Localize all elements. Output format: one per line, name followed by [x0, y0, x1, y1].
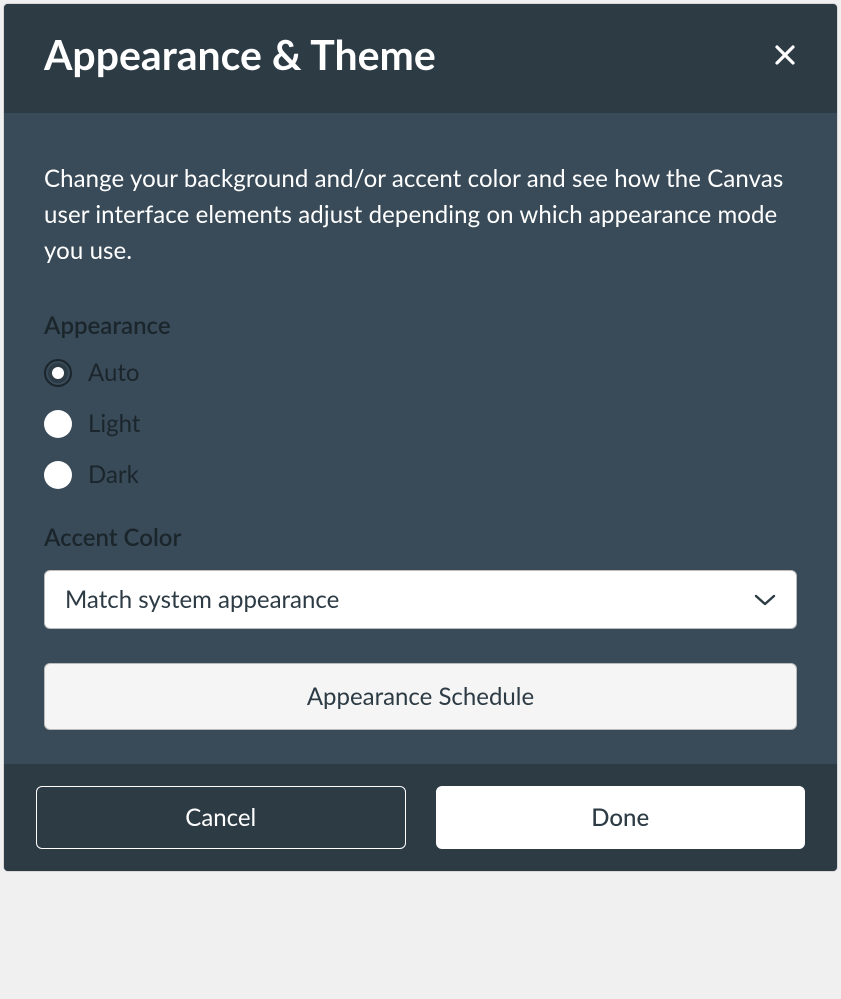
dialog-description: Change your background and/or accent col… — [44, 161, 797, 269]
select-value: Match system appearance — [65, 585, 339, 614]
radio-label: Light — [88, 409, 140, 438]
dialog-body: Change your background and/or accent col… — [4, 113, 837, 764]
radio-icon — [44, 410, 72, 438]
radio-option-dark[interactable]: Dark — [44, 460, 797, 489]
dialog-title: Appearance & Theme — [44, 30, 436, 79]
radio-icon — [44, 359, 72, 387]
accent-label: Accent Color — [44, 523, 797, 552]
done-button[interactable]: Done — [436, 786, 806, 849]
chevron-down-icon — [754, 593, 776, 607]
appearance-radio-group: Auto Light Dark — [44, 358, 797, 489]
appearance-schedule-button[interactable]: Appearance Schedule — [44, 663, 797, 730]
dialog-header: Appearance & Theme — [4, 4, 837, 113]
accent-section: Accent Color Match system appearance — [44, 523, 797, 629]
radio-icon — [44, 461, 72, 489]
radio-option-light[interactable]: Light — [44, 409, 797, 438]
appearance-theme-dialog: Appearance & Theme Change your backgroun… — [4, 4, 837, 871]
radio-label: Auto — [88, 358, 139, 387]
radio-label: Dark — [88, 460, 139, 489]
accent-color-select[interactable]: Match system appearance — [44, 570, 797, 629]
radio-option-auto[interactable]: Auto — [44, 358, 797, 387]
close-icon[interactable] — [773, 43, 797, 67]
dialog-footer: Cancel Done — [4, 764, 837, 871]
appearance-label: Appearance — [44, 311, 797, 340]
cancel-button[interactable]: Cancel — [36, 786, 406, 849]
